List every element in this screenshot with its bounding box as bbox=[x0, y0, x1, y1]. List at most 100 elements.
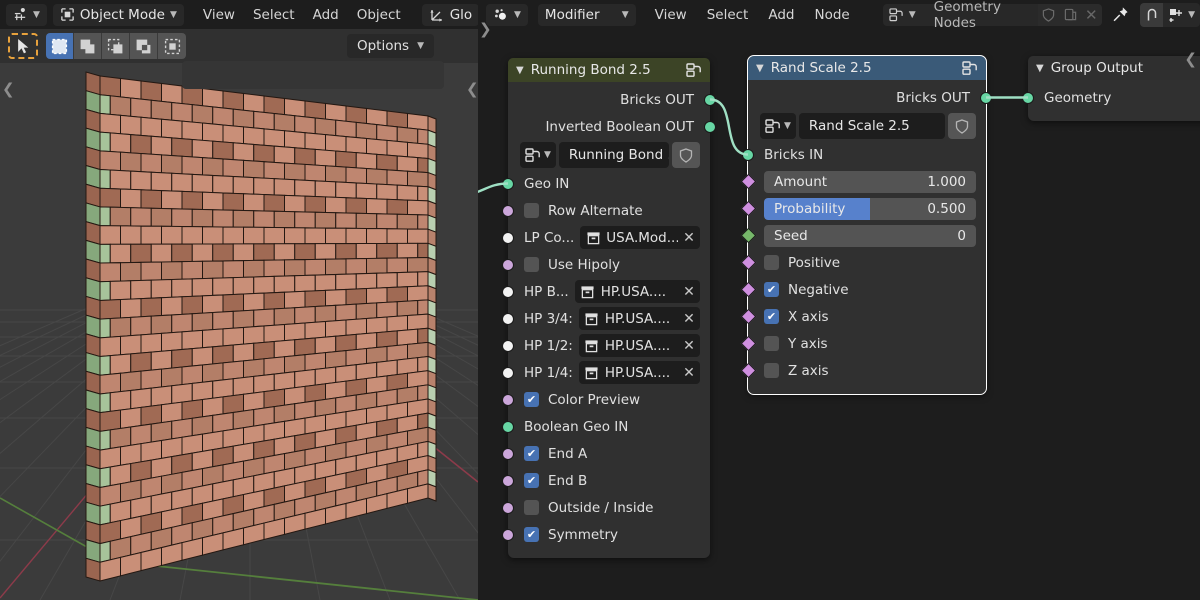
geometry-node-editor[interactable]: ▼ Running Bond 2.5 Bricks OUT Inverted Bool… bbox=[478, 0, 1200, 600]
unlink-datablock-button[interactable]: ✕ bbox=[1080, 3, 1102, 26]
snap-button[interactable] bbox=[1140, 2, 1164, 27]
viewport-canvas[interactable] bbox=[0, 0, 478, 600]
viewport-menu-add[interactable]: Add bbox=[304, 4, 348, 26]
checkbox-y-axis[interactable] bbox=[764, 336, 779, 351]
node-running-bond[interactable]: ▼ Running Bond 2.5 Bricks OUT Inverted Bool… bbox=[502, 58, 716, 558]
node-group-name-field[interactable]: Running Bond ... bbox=[558, 142, 669, 168]
collection-name: HP.USA.... bbox=[604, 337, 671, 354]
brick bbox=[376, 183, 398, 201]
checkbox-use-hipoly[interactable] bbox=[524, 257, 539, 272]
viewport-menu-select[interactable]: Select bbox=[244, 4, 304, 26]
node-header-running-bond[interactable]: ▼ Running Bond 2.5 bbox=[508, 58, 710, 82]
clear-icon[interactable]: ✕ bbox=[678, 230, 700, 246]
chevron-down-icon[interactable]: ▼ bbox=[756, 63, 764, 74]
viewport-menu-object[interactable]: Object bbox=[348, 4, 410, 26]
brick bbox=[161, 225, 183, 245]
object-mode-selector[interactable]: Object Mode ▼ bbox=[52, 3, 184, 26]
brick bbox=[109, 243, 132, 264]
select-mode-group[interactable] bbox=[46, 33, 186, 59]
brick bbox=[407, 170, 429, 188]
select-mode-extend[interactable] bbox=[74, 33, 102, 59]
checkbox-symmetry[interactable] bbox=[524, 527, 539, 542]
select-mode-subtract[interactable] bbox=[102, 33, 130, 59]
node-header-group-output[interactable]: ▼ Group Output bbox=[1028, 56, 1200, 80]
value-slider-seed[interactable]: Seed 0 bbox=[764, 224, 976, 247]
brick bbox=[232, 276, 255, 296]
node-editor-canvas[interactable]: ▼ Running Bond 2.5 Bricks OUT Inverted Bool… bbox=[478, 29, 1200, 600]
node-sidebar-toggle-left[interactable]: ❮ bbox=[479, 22, 492, 40]
brick bbox=[120, 77, 142, 100]
clear-icon[interactable]: ✕ bbox=[678, 365, 700, 381]
viewport-options-button[interactable]: Options ▼ bbox=[346, 34, 434, 58]
brick bbox=[109, 206, 132, 227]
select-mode-set[interactable] bbox=[46, 33, 74, 59]
fake-user-button[interactable] bbox=[1038, 3, 1060, 26]
node-group-browse-button[interactable]: ▼ bbox=[520, 142, 556, 168]
collection-field[interactable]: HP.USA.... ✕ bbox=[574, 280, 700, 303]
brick bbox=[222, 360, 244, 381]
viewport-sidebar-toggle-right[interactable]: ❮ bbox=[466, 80, 478, 98]
collection-field[interactable]: HP.USA.... ✕ bbox=[578, 334, 700, 357]
brick bbox=[376, 213, 398, 230]
node-rand-scale[interactable]: ▼ Rand Scale 2.5 Bricks OUT ▼ Rand Scale 2.5… bbox=[740, 55, 992, 395]
node-header-rand-scale[interactable]: ▼ Rand Scale 2.5 bbox=[748, 56, 986, 80]
brick bbox=[386, 315, 408, 333]
brick bbox=[212, 310, 234, 331]
collection-field[interactable]: USA.Mod... ✕ bbox=[580, 226, 700, 249]
node-menu-add[interactable]: Add bbox=[759, 4, 803, 26]
node-menu-node[interactable]: Node bbox=[806, 4, 859, 26]
fake-user-button[interactable] bbox=[948, 113, 976, 139]
3d-viewport[interactable]: ▼ Object Mode ▼ View Select Add Object G… bbox=[0, 0, 478, 600]
brick bbox=[150, 171, 173, 192]
editor-type-selector[interactable]: ▼ bbox=[6, 3, 47, 26]
node-sidebar-toggle-right[interactable]: ❮ bbox=[1184, 50, 1197, 68]
collection-field[interactable]: HP.USA.... ✕ bbox=[578, 307, 700, 330]
brick bbox=[232, 309, 255, 329]
node-menu-select[interactable]: Select bbox=[698, 4, 758, 26]
select-mode-invert[interactable] bbox=[130, 33, 158, 59]
brick bbox=[304, 289, 326, 308]
clear-icon[interactable]: ✕ bbox=[678, 338, 700, 354]
brick bbox=[366, 287, 388, 305]
clear-icon[interactable]: ✕ bbox=[678, 284, 700, 300]
fake-user-button[interactable] bbox=[672, 142, 700, 168]
chevron-down-icon[interactable]: ▼ bbox=[516, 65, 524, 76]
duplicate-datablock-button[interactable] bbox=[1059, 3, 1081, 26]
node-output-row: Bricks OUT bbox=[508, 86, 710, 113]
nodetree-name-field[interactable]: Geometry Nodes bbox=[921, 0, 1039, 31]
brick bbox=[376, 124, 398, 142]
checkbox-end-a[interactable] bbox=[524, 446, 539, 461]
node-group-browse-button[interactable]: ▼ bbox=[760, 113, 796, 139]
checkbox-end-b[interactable] bbox=[524, 473, 539, 488]
brick bbox=[202, 396, 224, 418]
active-tool-tweak[interactable] bbox=[8, 33, 38, 59]
node-group-output[interactable]: ▼ Group Output Geometry bbox=[1022, 56, 1200, 121]
clear-icon[interactable]: ✕ bbox=[678, 311, 700, 327]
checkbox-x-axis[interactable] bbox=[764, 309, 779, 324]
node-input-label: Geo IN bbox=[524, 175, 570, 192]
viewport-sidebar-toggle-left[interactable]: ❮ bbox=[2, 80, 15, 98]
checkbox-negative[interactable] bbox=[764, 282, 779, 297]
checkbox-row-alternate[interactable] bbox=[524, 203, 539, 218]
value-slider-probability[interactable]: Probability 0.500 bbox=[764, 197, 976, 220]
transform-orientation-selector[interactable]: Glo bbox=[421, 3, 478, 26]
select-mode-intersect[interactable] bbox=[158, 33, 186, 59]
node-group-name-field[interactable]: Rand Scale 2.5 bbox=[798, 113, 945, 139]
node-editor-type-selector[interactable]: ▼ bbox=[486, 3, 528, 26]
collection-field[interactable]: HP.USA.... ✕ bbox=[578, 361, 700, 384]
nodetree-browse-button[interactable]: ▼ bbox=[882, 3, 922, 26]
value-slider-amount[interactable]: Amount 1.000 bbox=[764, 170, 976, 193]
node-context-selector[interactable]: Modifier ▼ bbox=[537, 3, 636, 26]
checkbox-z-axis[interactable] bbox=[764, 363, 779, 378]
chevron-down-icon[interactable]: ▼ bbox=[1036, 63, 1044, 74]
snap-target-selector[interactable]: ▼ bbox=[1163, 2, 1200, 27]
checkbox-outside-inside[interactable] bbox=[524, 500, 539, 515]
checkbox-positive[interactable] bbox=[764, 255, 779, 270]
brick-wall-object[interactable] bbox=[0, 0, 478, 600]
node-menu-view[interactable]: View bbox=[646, 4, 696, 26]
checkbox-color-preview[interactable] bbox=[524, 392, 539, 407]
pin-button[interactable] bbox=[1108, 4, 1132, 26]
brick bbox=[294, 211, 316, 229]
viewport-menu-view[interactable]: View bbox=[194, 4, 244, 26]
brick bbox=[407, 141, 429, 159]
